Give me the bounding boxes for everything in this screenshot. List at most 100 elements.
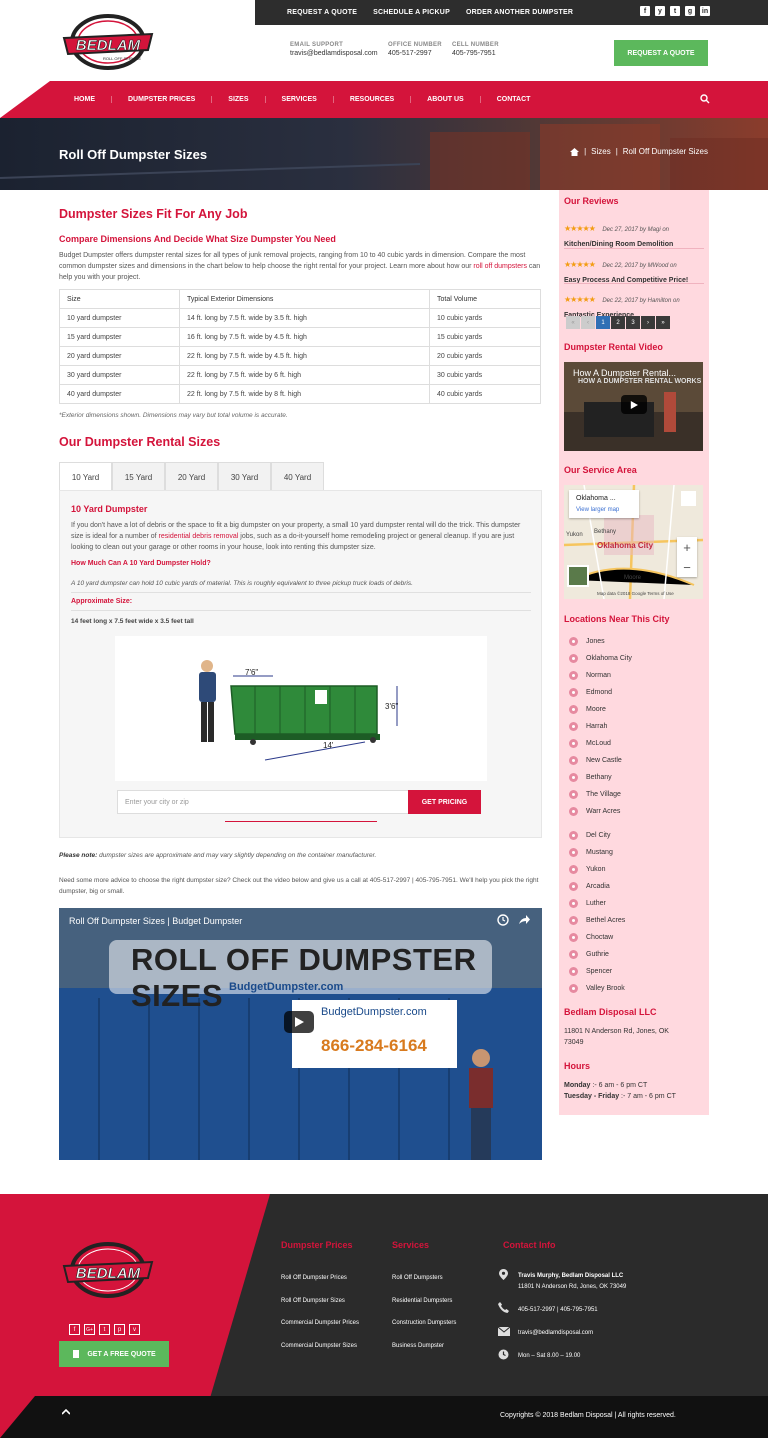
twitter-icon[interactable]: t xyxy=(670,6,680,16)
nav-contact[interactable]: CONTACT xyxy=(481,96,547,103)
nav-services[interactable]: SERVICES xyxy=(266,96,334,103)
sidebar-video-title[interactable]: How A Dumpster Rental... xyxy=(573,368,676,378)
free-quote-button[interactable]: GET A FREE QUOTE xyxy=(59,1341,169,1367)
service-area-map[interactable]: Oklahoma ... View larger map Oklahoma Ci… xyxy=(564,485,703,599)
list-item[interactable]: McLoud xyxy=(569,735,704,752)
list-item[interactable]: Spencer xyxy=(569,963,704,980)
pager-page-1[interactable]: 1 xyxy=(596,316,610,329)
location-name[interactable]: Oklahoma City xyxy=(586,655,632,662)
request-quote-button[interactable]: REQUEST A QUOTE xyxy=(614,40,708,66)
location-name[interactable]: Warr Acres xyxy=(586,808,620,815)
footer-link[interactable]: Commercial Dumpster Prices xyxy=(281,1320,359,1326)
video-title[interactable]: Roll Off Dumpster Sizes | Budget Dumpste… xyxy=(69,916,242,926)
scroll-top-chevron-icon[interactable] xyxy=(62,1409,70,1415)
location-name[interactable]: Valley Brook xyxy=(586,985,625,992)
nav-resources[interactable]: RESOURCES xyxy=(334,96,412,103)
location-name[interactable]: Choctaw xyxy=(586,934,613,941)
list-item[interactable]: The Village xyxy=(569,786,704,803)
location-name[interactable]: Yukon xyxy=(586,866,605,873)
pager-prev[interactable]: ‹ xyxy=(581,316,595,329)
location-name[interactable]: New Castle xyxy=(586,757,622,764)
home-icon[interactable] xyxy=(570,147,580,156)
google-plus-icon[interactable]: G+ xyxy=(84,1324,95,1335)
breadcrumb-sizes[interactable]: Sizes xyxy=(591,147,611,156)
list-item[interactable]: Arcadia xyxy=(569,878,704,895)
location-name[interactable]: Edmond xyxy=(586,689,612,696)
top-link-schedule-pickup[interactable]: SCHEDULE A PICKUP xyxy=(373,9,450,16)
google-plus-icon[interactable]: g xyxy=(685,6,695,16)
pager-page-2[interactable]: 2 xyxy=(611,316,625,329)
footer-logo[interactable]: BEDLAM xyxy=(58,1238,158,1300)
contact-phone[interactable]: 405-517-2997 | 405-795-7951 xyxy=(518,1305,598,1315)
list-item[interactable]: Oklahoma City xyxy=(569,650,704,667)
tab-10-yard[interactable]: 10 Yard xyxy=(59,462,112,491)
footer-link[interactable]: Roll Off Dumpster Sizes xyxy=(281,1298,345,1304)
list-item[interactable]: New Castle xyxy=(569,752,704,769)
list-item[interactable]: Jones xyxy=(569,633,704,650)
list-item[interactable]: Norman xyxy=(569,667,704,684)
nav-dumpster-prices[interactable]: DUMPSTER PRICES xyxy=(112,96,213,103)
list-item[interactable]: Bethel Acres xyxy=(569,912,704,929)
top-link-request-quote[interactable]: REQUEST A QUOTE xyxy=(287,9,357,16)
review-item[interactable]: ★★★★★ Dec 27, 2017 by Magi on Kitchen/Di… xyxy=(564,218,704,248)
list-item[interactable]: Warr Acres xyxy=(569,803,704,820)
list-item[interactable]: Del City xyxy=(569,827,704,844)
pinterest-icon[interactable]: p xyxy=(114,1324,125,1335)
location-name[interactable]: The Village xyxy=(586,791,621,798)
location-name[interactable]: Jones xyxy=(586,638,605,645)
fullscreen-icon[interactable] xyxy=(681,491,696,506)
footer-link[interactable]: Business Dumpster xyxy=(392,1343,444,1349)
site-logo[interactable]: BEDLAM ROLL OFF SERVICE xyxy=(58,10,158,72)
list-item[interactable]: Edmond xyxy=(569,684,704,701)
facebook-icon[interactable]: f xyxy=(69,1324,80,1335)
footer-link[interactable]: Construction Dumpsters xyxy=(392,1320,456,1326)
video-player[interactable]: Roll Off Dumpster Sizes | Budget Dumpste… xyxy=(59,908,542,1160)
footer-link[interactable]: Residential Dumpsters xyxy=(392,1298,452,1304)
twitter-icon[interactable]: t xyxy=(99,1324,110,1335)
get-pricing-button[interactable]: GET PRICING xyxy=(408,790,481,814)
location-name[interactable]: Luther xyxy=(586,900,606,907)
review-title[interactable]: Kitchen/Dining Room Demolition xyxy=(564,241,704,248)
list-item[interactable]: Mustang xyxy=(569,844,704,861)
cell-value[interactable]: 405-795-7951 xyxy=(452,50,499,57)
location-name[interactable]: Moore xyxy=(586,706,606,713)
location-name[interactable]: Arcadia xyxy=(586,883,610,890)
location-name[interactable]: Bethel Acres xyxy=(586,917,625,924)
share-icon[interactable] xyxy=(518,914,530,926)
pager-next[interactable]: › xyxy=(641,316,655,329)
nav-home[interactable]: HOME xyxy=(58,96,112,103)
location-name[interactable]: Harrah xyxy=(586,723,607,730)
review-item[interactable]: ★★★★★ Dec 22, 2017 by Hamilton on Fantas… xyxy=(564,289,704,319)
list-item[interactable]: Luther xyxy=(569,895,704,912)
contact-email[interactable]: travis@bedlamdisposal.com xyxy=(518,1328,593,1338)
pager-page-3[interactable]: 3 xyxy=(626,316,640,329)
location-name[interactable]: Bethany xyxy=(586,774,612,781)
location-name[interactable]: Spencer xyxy=(586,968,612,975)
pager-first[interactable]: « xyxy=(566,316,580,329)
list-item[interactable]: Valley Brook xyxy=(569,980,704,997)
nav-about-us[interactable]: ABOUT US xyxy=(411,96,481,103)
youtube-icon[interactable]: y xyxy=(655,6,665,16)
list-item[interactable]: Choctaw xyxy=(569,929,704,946)
list-item[interactable]: Bethany xyxy=(569,769,704,786)
email-value[interactable]: travis@bedlamdisposal.com xyxy=(290,50,378,57)
city-zip-input[interactable]: Enter your city or zip xyxy=(117,790,409,814)
review-item[interactable]: ★★★★★ Dec 22, 2017 by MWood on Easy Proc… xyxy=(564,254,704,284)
pager-last[interactable]: » xyxy=(656,316,670,329)
location-name[interactable]: Guthrie xyxy=(586,951,609,958)
list-item[interactable]: Harrah xyxy=(569,718,704,735)
roll-off-dumpsters-link[interactable]: roll off dumpsters xyxy=(473,263,527,270)
footer-link[interactable]: Commercial Dumpster Sizes xyxy=(281,1343,357,1349)
sidebar-video[interactable]: How A Dumpster Rental... HOW A DUMPSTER … xyxy=(564,362,703,451)
tab-15-yard[interactable]: 15 Yard xyxy=(112,462,165,491)
watch-later-icon[interactable] xyxy=(497,914,509,926)
office-value[interactable]: 405-517-2997 xyxy=(388,50,442,57)
video-play-button[interactable] xyxy=(284,1011,314,1033)
top-link-order-another[interactable]: ORDER ANOTHER DUMPSTER xyxy=(466,9,573,16)
zoom-out-icon[interactable]: − xyxy=(683,560,691,575)
linkedin-icon[interactable]: in xyxy=(700,6,710,16)
footer-link[interactable]: Roll Off Dumpsters xyxy=(392,1275,443,1281)
nav-sizes[interactable]: SIZES xyxy=(212,96,266,103)
tab-40-yard[interactable]: 40 Yard xyxy=(271,462,324,491)
list-item[interactable]: Guthrie xyxy=(569,946,704,963)
